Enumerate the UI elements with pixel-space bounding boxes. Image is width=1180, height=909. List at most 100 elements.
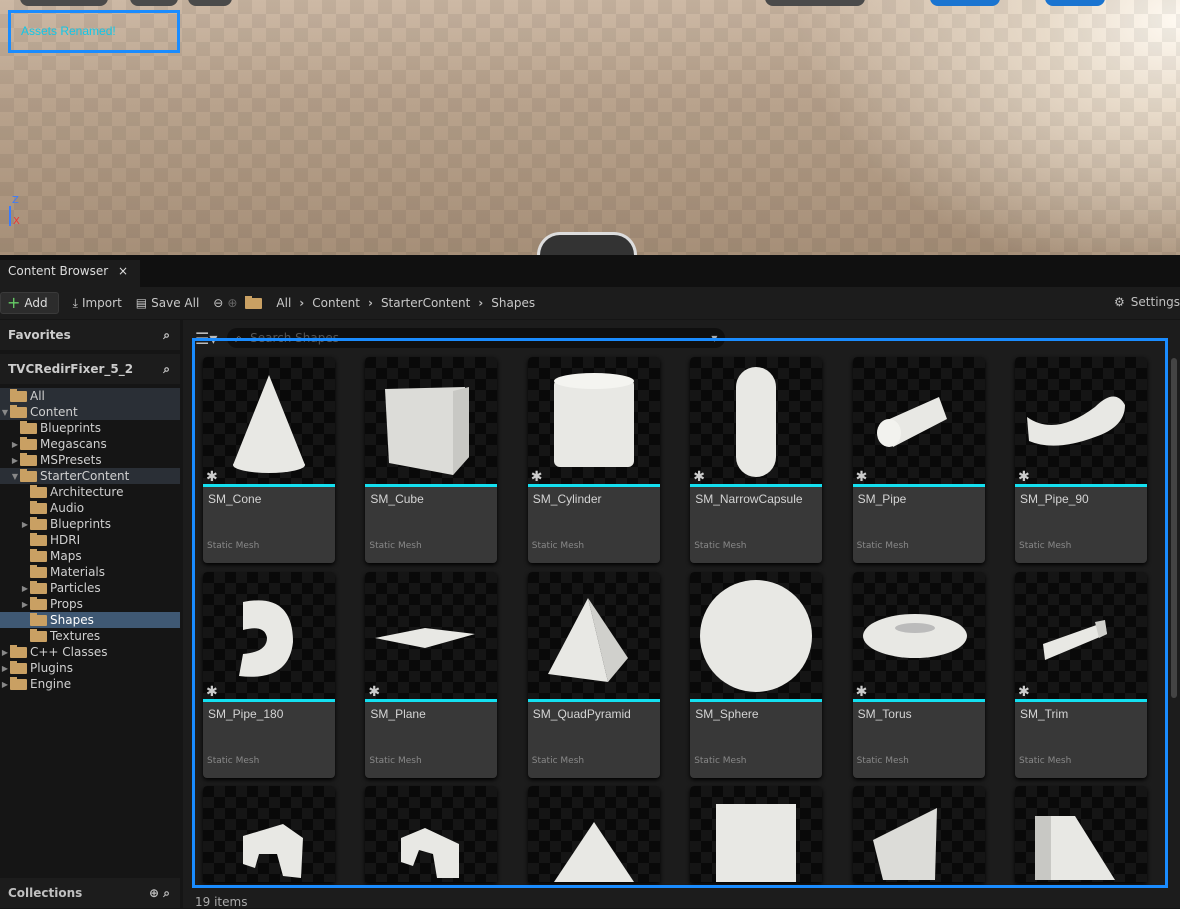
add-button[interactable]: + Add [0, 292, 59, 314]
expand-arrow-icon[interactable]: ▶ [20, 600, 30, 609]
asset-tile[interactable]: ✱ SM_Pipe_180 Static Mesh [203, 571, 335, 778]
expand-arrow-icon[interactable]: ▶ [10, 440, 20, 449]
asset-tile[interactable] [852, 786, 985, 882]
tree-item[interactable]: ▶ Particles [0, 580, 180, 596]
viewport-show-button[interactable] [188, 0, 232, 6]
back-icon[interactable]: ⊖ [213, 296, 223, 310]
breadcrumb-shapes[interactable]: Shapes [491, 296, 535, 310]
asset-tile[interactable]: ✱ SM_NarrowCapsule Static Mesh [690, 357, 823, 563]
tree-item[interactable]: Maps [0, 548, 180, 564]
asset-tile[interactable]: ✱ SM_Plane Static Mesh [365, 571, 498, 778]
tree-item[interactable]: ▶ Plugins [0, 660, 180, 676]
folder-icon [30, 612, 47, 626]
collections-label: Collections [8, 886, 83, 900]
asset-tile[interactable]: ✱ SM_Pipe_90 Static Mesh [1015, 357, 1147, 563]
breadcrumb-startercontent[interactable]: StarterContent [381, 296, 470, 310]
tree-item[interactable]: Architecture [0, 484, 180, 500]
search-icon[interactable]: ⌕ [163, 328, 170, 343]
asset-name: SM_Pipe_90 [1020, 492, 1089, 506]
asset-tile[interactable]: SM_Sphere Static Mesh [690, 571, 823, 778]
expand-arrow-icon[interactable]: ▼ [10, 472, 20, 481]
asset-tile[interactable]: ✱ SM_Pipe Static Mesh [852, 357, 985, 563]
save-all-button[interactable]: ▤ Save All [136, 296, 200, 310]
tree-item[interactable]: ▼ StarterContent [0, 468, 180, 484]
asset-type: Static Mesh [207, 541, 260, 551]
tab-content-browser[interactable]: Content Browser × [0, 260, 140, 287]
chevron-right-icon[interactable]: › [478, 296, 483, 310]
arch2-mesh-preview [401, 828, 460, 878]
tree-item[interactable]: ▶ C++ Classes [0, 644, 180, 660]
tree-item[interactable]: Audio [0, 500, 180, 516]
asset-tile[interactable] [690, 786, 823, 882]
scrollbar[interactable] [1171, 358, 1177, 698]
forward-icon[interactable]: ⊕ [227, 296, 237, 310]
project-header[interactable]: TVCRedirFixer_5_2 ⌕ [0, 354, 180, 384]
asset-thumbnail [365, 786, 498, 882]
asset-name: SM_Cylinder [532, 492, 602, 506]
viewport-options-button[interactable] [20, 0, 108, 6]
expand-arrow-icon[interactable]: ▶ [10, 456, 20, 465]
tree-item[interactable]: ▶ MSPresets [0, 452, 180, 468]
tree-item[interactable]: ▶ Blueprints [0, 516, 180, 532]
chevron-right-icon[interactable]: › [299, 296, 304, 310]
asset-view: ☰▾ ⌕ Search Shapes ▾ ✱ SM_Cone Static Mesh SM… [183, 320, 1180, 908]
asset-tile[interactable]: ✱ SM_Torus Static Mesh [852, 571, 985, 778]
expand-arrow-icon[interactable]: ▶ [20, 584, 30, 593]
transform-tools[interactable] [765, 0, 865, 6]
tree-item[interactable]: ▶ Megascans [0, 436, 180, 452]
settings-button[interactable]: ⚙ Settings [1114, 295, 1180, 309]
tree-item[interactable]: Materials [0, 564, 180, 580]
tree-item[interactable]: HDRI [0, 532, 180, 548]
collections-header[interactable]: Collections ⊕ ⌕ [0, 878, 180, 908]
search-icon[interactable]: ⌕ [163, 362, 170, 377]
modified-star-icon: ✱ [855, 683, 868, 700]
asset-tile[interactable]: ✱ SM_Cylinder Static Mesh [527, 357, 660, 563]
folder-icon [20, 436, 37, 450]
tree-item[interactable]: Blueprints [0, 420, 180, 436]
level-viewport[interactable]: Assets Renamed! Z X [0, 0, 1180, 255]
modified-star-icon: ✱ [206, 469, 218, 485]
breadcrumb-all[interactable]: All [276, 296, 291, 310]
sphere-mesh-preview [700, 579, 813, 692]
viewport-view-button[interactable] [130, 0, 178, 6]
asset-tile[interactable] [203, 786, 335, 882]
close-icon[interactable]: × [118, 264, 128, 278]
asset-tile[interactable]: ✱ SM_Cone Static Mesh [203, 357, 335, 563]
tree-item[interactable]: Textures [0, 628, 180, 644]
snap-toggle[interactable] [930, 0, 1000, 6]
asset-tile[interactable]: ✱ SM_Trim Static Mesh [1015, 571, 1147, 778]
import-button[interactable]: ⤓ Import [73, 296, 122, 311]
asset-thumbnail [365, 357, 498, 487]
expand-arrow-icon[interactable]: ▼ [0, 408, 10, 417]
expand-arrow-icon[interactable]: ▶ [0, 664, 10, 673]
asset-tile[interactable]: SM_Cube Static Mesh [365, 357, 498, 563]
folder-icon [30, 596, 47, 610]
breadcrumb-content[interactable]: Content [312, 296, 360, 310]
chevron-right-icon[interactable]: › [368, 296, 373, 310]
asset-grid[interactable]: ✱ SM_Cone Static Mesh SM_Cube Static Mesh ✱ SM… [192, 338, 1168, 888]
asset-tile[interactable] [527, 786, 660, 882]
expand-arrow-icon[interactable]: ▶ [0, 680, 10, 689]
asset-thumbnail [690, 786, 823, 882]
tree-item[interactable]: ▶ Engine [0, 676, 180, 692]
tree-item[interactable]: ▼ Content [0, 404, 180, 420]
expand-arrow-icon[interactable]: ▶ [0, 648, 10, 657]
asset-name: SM_QuadPyramid [532, 706, 631, 721]
add-collection-icon[interactable]: ⊕ ⌕ [149, 886, 170, 901]
angle-snap-toggle[interactable] [1045, 0, 1105, 6]
tree-item[interactable]: All [0, 388, 180, 404]
folder-icon [10, 660, 27, 674]
z-axis-label: Z [12, 195, 19, 206]
breadcrumb: All › Content › StarterContent › Shapes [268, 296, 543, 310]
asset-tile[interactable] [365, 786, 498, 882]
asset-tile[interactable] [1015, 786, 1147, 882]
modified-star-icon: ✱ [368, 683, 381, 700]
folder-icon [10, 388, 27, 402]
asset-type: Static Mesh [1019, 541, 1072, 551]
tree-item[interactable]: ▶ Props [0, 596, 180, 612]
asset-thumbnail: ✱ [852, 571, 985, 702]
expand-arrow-icon[interactable]: ▶ [20, 520, 30, 529]
tree-item[interactable]: Shapes [0, 612, 180, 628]
asset-tile[interactable]: SM_QuadPyramid Static Mesh [527, 571, 660, 778]
favorites-header[interactable]: Favorites ⌕ [0, 320, 180, 350]
